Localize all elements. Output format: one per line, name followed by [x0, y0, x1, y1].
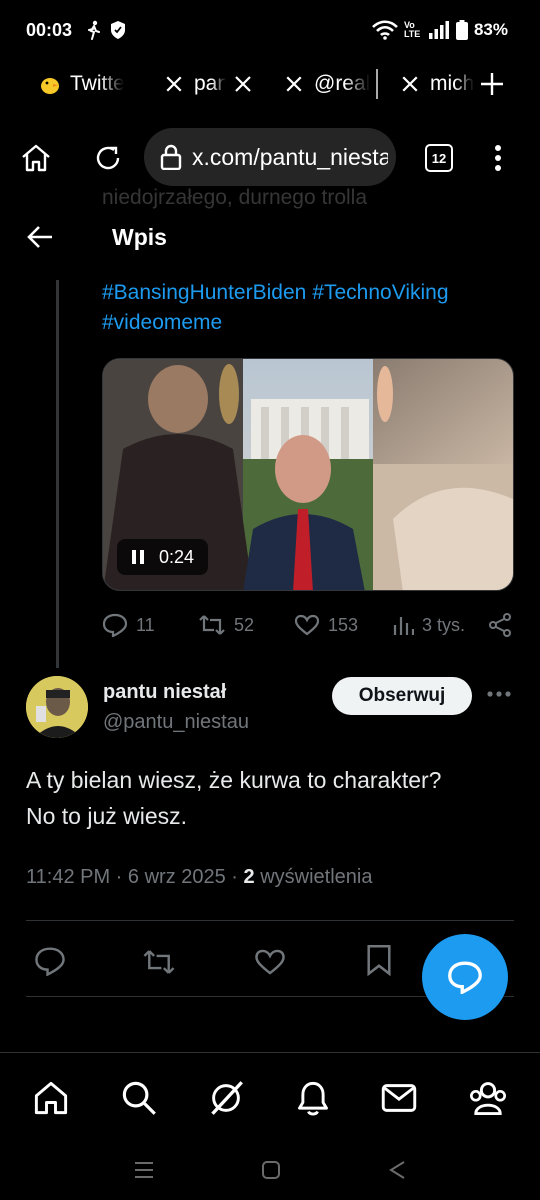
- wifi-icon: [372, 20, 398, 40]
- post-date[interactable]: 6 wrz 2025: [128, 866, 226, 888]
- post-text: A ty bielan wiesz, że kurwa to charakter…: [26, 762, 526, 834]
- recent-apps-icon[interactable]: [134, 1161, 154, 1179]
- author-name[interactable]: pantu niestał: [103, 681, 226, 704]
- battery-percent: 83%: [473, 20, 508, 39]
- tab-count-button[interactable]: 12: [425, 144, 453, 172]
- more-options-icon[interactable]: [486, 690, 512, 698]
- video-player[interactable]: 0:24: [102, 358, 514, 591]
- post-hashtags: #BansingHunterBiden #TechnoViking #videom…: [102, 278, 522, 338]
- walking-icon: [86, 20, 102, 40]
- back-nav-icon[interactable]: [388, 1160, 406, 1180]
- tab-count: 12: [431, 150, 447, 166]
- browser-tab-active[interactable]: pantu: [124, 64, 252, 104]
- reply-icon[interactable]: [34, 946, 66, 976]
- x-logo-icon: [282, 72, 306, 96]
- chick-emoji-icon: [38, 72, 62, 96]
- thread-connector-line: [56, 280, 59, 668]
- share-icon[interactable]: [488, 613, 512, 637]
- url-text[interactable]: x.com/pantu_niestau: [192, 144, 388, 171]
- address-bar[interactable]: x.com/pantu_niestau: [144, 128, 396, 186]
- close-tab-icon[interactable]: [234, 75, 252, 93]
- browser-tab-strip: Twitter pantu @real micha: [0, 64, 540, 104]
- hashtag-link[interactable]: #TechnoViking: [312, 278, 448, 308]
- battery-icon: [455, 20, 468, 40]
- author-handle[interactable]: @pantu_niestau: [103, 711, 249, 734]
- browser-tab[interactable]: micha: [378, 64, 474, 104]
- repost-count: 52: [234, 614, 255, 635]
- home-icon[interactable]: [32, 1080, 70, 1116]
- volte-icon: Vo LTE: [403, 20, 421, 39]
- x-logo-icon: [162, 72, 186, 96]
- bottom-navigation: [0, 1060, 540, 1136]
- hashtag-link[interactable]: #BansingHunterBiden: [102, 278, 306, 308]
- tab-title: Twitter: [70, 72, 124, 95]
- compose-reply-button[interactable]: [422, 934, 508, 1020]
- heart-icon[interactable]: [254, 948, 286, 976]
- browser-tab[interactable]: @real: [252, 64, 372, 104]
- repost-button[interactable]: 52: [198, 614, 294, 636]
- signal-icon: [428, 21, 450, 39]
- notifications-bell-icon[interactable]: [296, 1080, 330, 1116]
- grok-icon[interactable]: [208, 1080, 244, 1116]
- page-title: Wpis: [112, 224, 167, 250]
- post-meta: 11:42 PM · 6 wrz 2025 · 2 wyświetlenia: [26, 866, 373, 888]
- post-actions: 11 52 153 3 tys.: [102, 608, 514, 642]
- repost-icon: [198, 614, 226, 636]
- divider: [0, 1052, 540, 1053]
- hashtag-link[interactable]: #videomeme: [102, 308, 222, 338]
- like-button[interactable]: 153: [294, 614, 392, 636]
- messages-envelope-icon[interactable]: [381, 1082, 417, 1114]
- tab-title: @real: [314, 72, 371, 95]
- post-text-line: No to już wiesz.: [26, 803, 188, 829]
- tab-title: micha: [430, 72, 474, 95]
- search-icon[interactable]: [121, 1080, 157, 1116]
- views-button[interactable]: 3 tys.: [392, 614, 480, 636]
- divider: [26, 920, 514, 921]
- system-navigation-bar: [0, 1140, 540, 1200]
- video-time: 0:24: [159, 546, 195, 567]
- lock-icon[interactable]: [160, 144, 182, 170]
- status-time: 00:03: [26, 20, 73, 40]
- bookmark-icon[interactable]: [366, 944, 392, 976]
- follow-button[interactable]: Obserwuj: [332, 677, 472, 715]
- like-count: 153: [328, 614, 359, 635]
- browser-toolbar: x.com/pantu_niestau 12: [0, 120, 540, 196]
- analytics-icon: [392, 614, 414, 636]
- browser-tab[interactable]: Twitter: [0, 64, 124, 104]
- home-icon[interactable]: [20, 142, 52, 174]
- home-nav-icon[interactable]: [261, 1160, 281, 1180]
- video-controls: 0:24: [117, 539, 209, 575]
- reply-button[interactable]: 11: [102, 613, 198, 637]
- new-tab-plus-icon[interactable]: [480, 72, 504, 96]
- repost-icon[interactable]: [142, 948, 176, 976]
- back-arrow-icon[interactable]: [26, 224, 54, 250]
- post-time[interactable]: 11:42 PM: [26, 866, 110, 888]
- avatar[interactable]: [26, 676, 88, 738]
- browser-menu-icon[interactable]: [494, 144, 502, 172]
- communities-icon[interactable]: [468, 1080, 508, 1116]
- tab-title: pantu: [194, 72, 226, 95]
- pause-icon[interactable]: [131, 549, 145, 565]
- reply-icon: [102, 613, 128, 637]
- views-count: 3 tys.: [422, 614, 466, 635]
- views-number: 2: [243, 866, 255, 888]
- scrolled-text-behind-header: niedojrzałego, durnego trolla: [102, 186, 368, 209]
- heart-icon: [294, 614, 320, 636]
- shield-icon: [110, 20, 126, 40]
- post-text-line: A ty bielan wiesz, że kurwa to charakter…: [26, 767, 442, 793]
- chat-bubble-icon: [447, 960, 483, 994]
- views-label: wyświetlenia: [260, 866, 373, 888]
- x-logo-icon: [398, 72, 422, 96]
- reload-icon[interactable]: [92, 142, 124, 174]
- reply-count: 11: [136, 614, 155, 635]
- status-bar: 00:03 Vo LTE 83%: [0, 0, 540, 64]
